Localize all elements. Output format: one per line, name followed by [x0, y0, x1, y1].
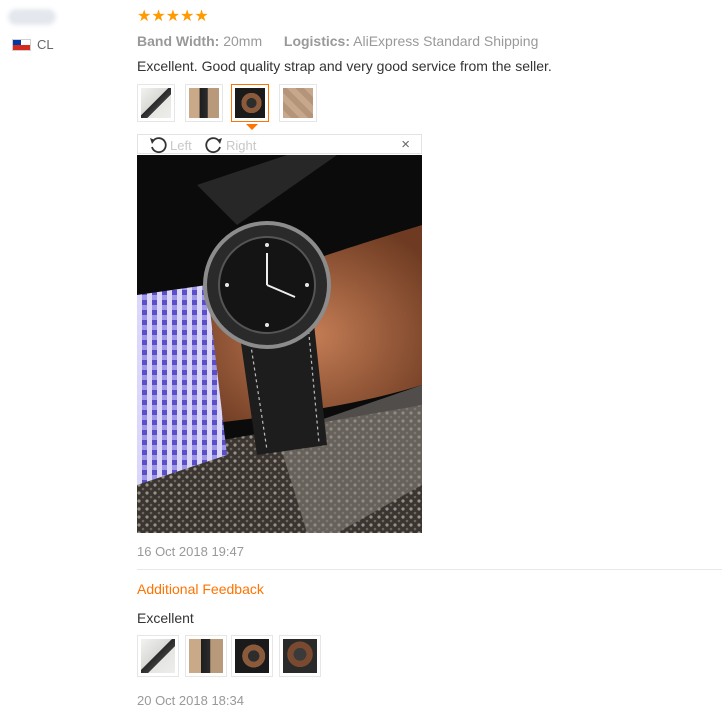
- additional-feedback-text: Excellent: [137, 610, 194, 626]
- watch-on-wrist-photo: [283, 639, 317, 673]
- watch-strap-photo: [189, 88, 219, 118]
- review-photo-thumb-selected[interactable]: [231, 84, 269, 122]
- watch-strap-photo: [141, 639, 175, 673]
- rotate-right-label: Right: [226, 137, 257, 153]
- review-photo-large: [137, 155, 422, 533]
- review-photo-thumb[interactable]: [279, 84, 317, 122]
- watch-strap-photo: [141, 88, 171, 118]
- photo-viewer-toolbar: Left Right ×: [137, 134, 422, 154]
- band-width-label: Band Width:: [137, 33, 220, 49]
- close-viewer-button[interactable]: ×: [401, 136, 410, 153]
- logistics-value: AliExpress Standard Shipping: [353, 33, 539, 49]
- rotate-right-icon: [205, 137, 222, 154]
- review-attributes: Band Width: 20mm Logistics: AliExpress S…: [137, 33, 538, 49]
- rotate-left-label: Left: [170, 137, 192, 153]
- additional-photo-thumb[interactable]: [231, 635, 273, 677]
- watch-on-wrist-image: [137, 155, 422, 533]
- divider: [137, 569, 722, 570]
- watch-strap-photo: [283, 88, 313, 118]
- logistics-label: Logistics:: [283, 33, 351, 49]
- rotate-left-button[interactable]: Left: [148, 136, 192, 154]
- additional-photo-thumb[interactable]: [185, 635, 227, 677]
- review-photo-thumb[interactable]: [137, 84, 175, 122]
- reviewer-name-blurred: [8, 9, 56, 25]
- review-date: 16 Oct 2018 19:47: [137, 544, 244, 559]
- additional-photo-thumb[interactable]: [137, 635, 179, 677]
- additional-feedback-date: 20 Oct 2018 18:34: [137, 693, 244, 708]
- watch-on-wrist-photo: [235, 639, 269, 673]
- rotate-left-icon: [150, 137, 167, 154]
- additional-photo-thumb[interactable]: [279, 635, 321, 677]
- review-photo-thumb[interactable]: [185, 84, 223, 122]
- country-code: CL: [37, 37, 54, 52]
- reviewer-country: CL: [12, 37, 54, 52]
- chile-flag-icon: [12, 38, 31, 51]
- selected-thumb-pointer: [246, 124, 258, 130]
- star-rating: ★★★★★: [137, 8, 209, 25]
- band-width-value: 20mm: [223, 33, 263, 49]
- watch-strap-photo: [189, 639, 223, 673]
- rotate-right-button[interactable]: Right: [204, 136, 256, 154]
- additional-feedback-title: Additional Feedback: [137, 581, 264, 597]
- review-text: Excellent. Good quality strap and very g…: [137, 58, 552, 74]
- watch-on-wrist-photo: [235, 88, 265, 118]
